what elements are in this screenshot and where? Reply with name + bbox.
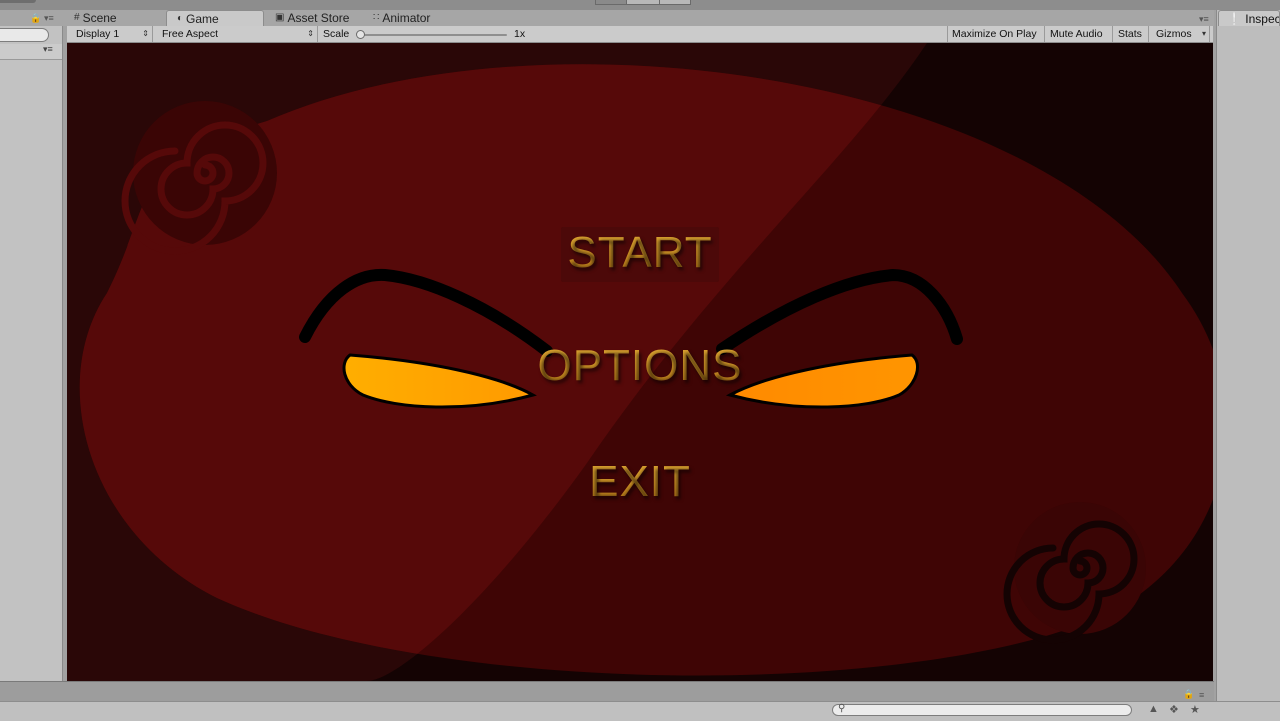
project-search-input[interactable] [832, 704, 1132, 716]
gizmos-label: Gizmos [1156, 28, 1192, 40]
label-icon[interactable]: ❖ [1169, 703, 1179, 716]
tab-asset-store[interactable]: ▣ Asset Store [275, 10, 349, 26]
inspector-panel [1216, 10, 1280, 720]
panel-menu-icon[interactable]: ▾≡ [44, 13, 54, 24]
bottom-tab-bar [0, 681, 1214, 702]
scale-label: Scale [323, 28, 350, 40]
tab-scene[interactable]: # Scene [74, 10, 117, 26]
dropdown-icon: ▾ [1201, 29, 1206, 38]
panel-menu-icon[interactable]: ▾≡ [1199, 14, 1209, 25]
tab-label: Game [186, 11, 219, 26]
window-edge [0, 0, 36, 3]
tab-label: Asset Store [287, 11, 350, 25]
updown-icon: ⇕ [142, 29, 149, 38]
display-dropdown[interactable]: Display 1 ⇕ [72, 26, 153, 42]
hierarchy-menu-icon[interactable]: ▾≡ [43, 44, 53, 55]
aspect-dropdown[interactable]: Free Aspect ⇕ [158, 26, 318, 42]
aspect-label: Free Aspect [162, 28, 219, 40]
tab-label: Animator [382, 11, 431, 25]
display-label: Display 1 [76, 28, 120, 40]
game-view[interactable]: START OPTIONS EXIT [67, 43, 1213, 681]
search-icon: ⚲ [838, 703, 846, 714]
start-button[interactable]: START [67, 228, 1213, 278]
scale-slider-track[interactable] [361, 34, 507, 36]
lock-icon[interactable]: 🔒 [1183, 689, 1194, 700]
lock-icon[interactable]: 🔒 [30, 13, 41, 24]
animator-icon: ∷ [373, 12, 380, 23]
hierarchy-search-input[interactable] [0, 28, 49, 42]
filter-by-type-icon[interactable]: ▲ [1148, 703, 1159, 715]
updown-icon: ⇕ [307, 29, 314, 38]
maximize-on-play-toggle[interactable]: Maximize On Play [947, 26, 1045, 42]
pacman-icon: ◐ [177, 12, 184, 24]
grid-icon: # [74, 12, 80, 23]
scale-slider-handle[interactable] [356, 30, 365, 39]
hierarchy-panel [0, 26, 63, 681]
scale-value: 1x [514, 28, 526, 40]
gizmos-dropdown[interactable]: Gizmos ▾ [1152, 26, 1210, 42]
pause-button[interactable] [626, 0, 660, 5]
step-button[interactable] [659, 0, 691, 5]
tab-animator[interactable]: ∷ Animator [373, 10, 430, 26]
info-icon: ❕ [1227, 12, 1242, 26]
mute-audio-toggle[interactable]: Mute Audio [1046, 26, 1113, 42]
play-button[interactable] [595, 0, 627, 5]
store-icon: ▣ [275, 12, 285, 23]
stats-toggle[interactable]: Stats [1114, 26, 1149, 42]
exit-button[interactable]: EXIT [67, 457, 1213, 507]
tab-label: Scene [82, 11, 117, 25]
favorites-star-icon[interactable]: ★ [1190, 703, 1200, 716]
tab-label: Inspector [1245, 12, 1280, 26]
tab-inspector[interactable]: ❕ Inspector [1218, 10, 1280, 26]
panel-menu-icon[interactable]: ≡ [1199, 690, 1204, 700]
tab-game[interactable]: ◐ Game [166, 10, 264, 26]
options-button[interactable]: OPTIONS [67, 341, 1213, 391]
